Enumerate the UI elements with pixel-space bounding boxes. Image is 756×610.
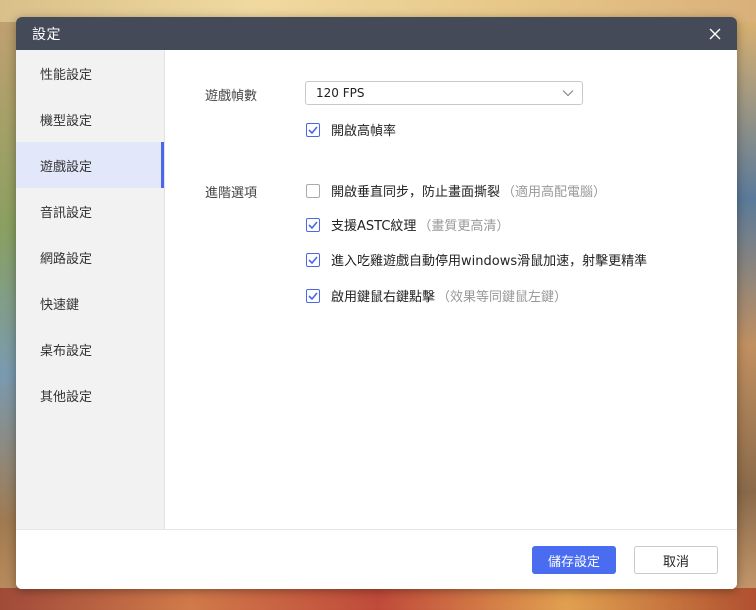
vsync-label: 開啟垂直同步，防止畫面撕裂 — [331, 185, 501, 200]
sidebar-item-audio[interactable]: 音訊設定 — [16, 188, 164, 234]
close-button[interactable] — [705, 24, 725, 44]
frame-rate-select[interactable]: 120 FPS — [305, 81, 583, 105]
mouse-accel-option[interactable]: 進入吃雞遊戲自動停用windows滑鼠加速，射擊更精準 — [306, 250, 647, 269]
check-icon — [308, 255, 318, 264]
astc-option[interactable]: 支援ASTC紋理 （畫質更高清） — [306, 215, 509, 234]
high-fps-option[interactable]: 開啟高幀率 — [306, 120, 396, 139]
astc-checkbox[interactable] — [306, 217, 320, 232]
high-fps-checkbox[interactable] — [306, 122, 320, 137]
sidebar-item-label: 快速鍵 — [40, 297, 80, 313]
frame-rate-selected-value: 120 FPS — [316, 86, 365, 100]
vsync-option[interactable]: 開啟垂直同步，防止畫面撕裂 （適用高配電腦） — [306, 181, 606, 200]
right-click-checkbox[interactable] — [306, 288, 320, 303]
vsync-checkbox[interactable] — [306, 183, 320, 198]
right-click-option[interactable]: 啟用鍵鼠右鍵點擊 （效果等同鍵鼠左鍵） — [306, 286, 567, 305]
sidebar-item-device-model[interactable]: 機型設定 — [16, 96, 164, 142]
dialog-titlebar: 設定 — [16, 17, 737, 50]
right-click-label: 啟用鍵鼠右鍵點擊 — [331, 290, 436, 305]
right-click-hint: （效果等同鍵鼠左鍵） — [437, 290, 568, 305]
background-game-art-left — [0, 22, 16, 610]
check-icon — [308, 220, 318, 229]
mouse-accel-label: 進入吃雞遊戲自動停用windows滑鼠加速，射擊更精準 — [331, 254, 648, 269]
dialog-footer: 儲存設定 取消 — [16, 529, 737, 589]
settings-sidebar: 性能設定 機型設定 遊戲設定 音訊設定 網路設定 快速鍵 桌布設定 其他設定 — [16, 50, 165, 529]
sidebar-item-performance[interactable]: 性能設定 — [16, 50, 164, 96]
advanced-options-label: 進階選項 — [205, 186, 258, 201]
background-game-art-right — [736, 22, 756, 610]
high-fps-label: 開啟高幀率 — [331, 124, 397, 139]
settings-dialog: 設定 性能設定 機型設定 遊戲設定 音訊設定 網路設定 快速鍵 桌布設定 其他設… — [16, 17, 737, 589]
mouse-accel-checkbox[interactable] — [306, 252, 320, 267]
check-icon — [308, 125, 318, 134]
sidebar-item-label: 遊戲設定 — [40, 159, 93, 175]
background-game-art-bottom — [0, 588, 756, 610]
save-button[interactable]: 儲存設定 — [532, 546, 616, 574]
sidebar-item-game[interactable]: 遊戲設定 — [16, 142, 164, 188]
cancel-button[interactable]: 取消 — [634, 546, 718, 574]
check-icon — [308, 291, 318, 300]
sidebar-item-label: 機型設定 — [40, 113, 93, 129]
sidebar-item-shortcuts[interactable]: 快速鍵 — [16, 280, 164, 326]
chevron-down-icon — [562, 90, 574, 97]
sidebar-item-label: 性能設定 — [40, 67, 93, 83]
sidebar-item-network[interactable]: 網路設定 — [16, 234, 164, 280]
sidebar-item-label: 桌布設定 — [40, 343, 93, 359]
sidebar-item-label: 網路設定 — [40, 251, 93, 267]
sidebar-item-other[interactable]: 其他設定 — [16, 372, 164, 418]
close-icon — [709, 28, 721, 39]
dialog-title: 設定 — [32, 26, 61, 43]
vsync-hint: （適用高配電腦） — [502, 185, 607, 200]
frame-rate-label: 遊戲幀數 — [205, 89, 258, 104]
sidebar-item-wallpaper[interactable]: 桌布設定 — [16, 326, 164, 372]
astc-hint: （畫質更高清） — [418, 219, 510, 234]
astc-label: 支援ASTC紋理 — [331, 219, 417, 234]
settings-content: 遊戲幀數 120 FPS 開啟高幀率 進階選項 開啟垂直同步，防止畫面撕裂 （適… — [165, 50, 737, 529]
sidebar-item-label: 音訊設定 — [40, 205, 93, 221]
sidebar-item-label: 其他設定 — [40, 389, 93, 405]
